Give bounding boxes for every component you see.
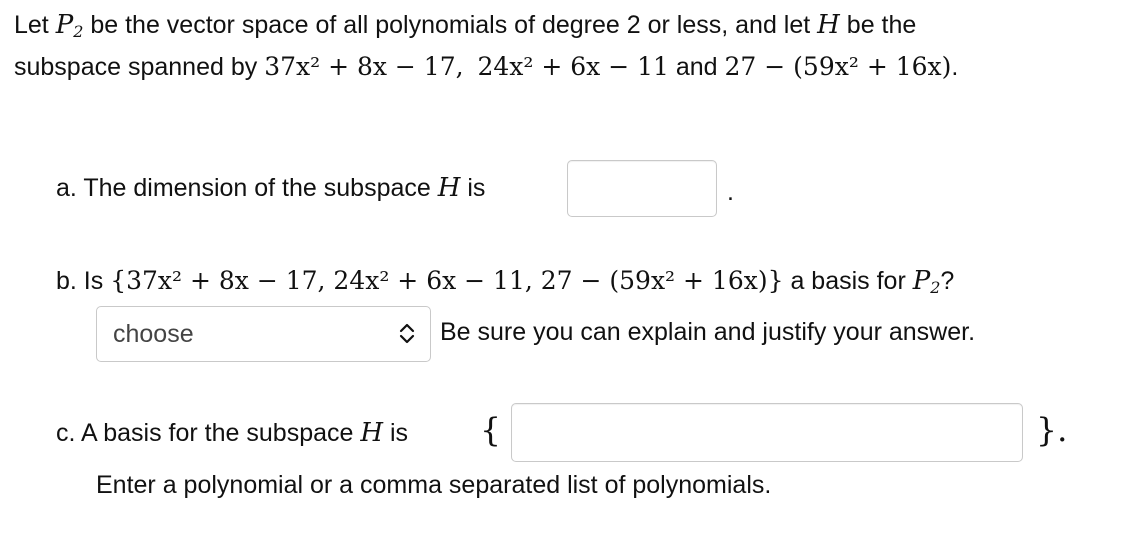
subspace-symbol: H xyxy=(360,418,384,448)
subspace-symbol: H xyxy=(817,10,840,40)
part-c-label: is xyxy=(383,419,409,447)
space-symbol: P2 xyxy=(55,10,84,41)
chevron-up-down-icon xyxy=(398,320,416,346)
part-b-hint: Be sure you can explain and justify your… xyxy=(440,318,976,346)
basis-select[interactable]: choose xyxy=(96,306,431,362)
part-b-question: b. Is {37x² + 8x − 17, 24x² + 6x − 11, 2… xyxy=(56,266,954,296)
subspace-symbol: H xyxy=(437,173,461,203)
part-a-label: is xyxy=(460,174,486,202)
part-b-label: a basis for xyxy=(783,267,913,295)
intro-text: and xyxy=(668,53,725,81)
polynomial-2: 24x² + 6x − 11 xyxy=(477,52,669,81)
close-brace: }. xyxy=(1036,410,1068,449)
vector-set: {37x² + 8x − 17, 24x² + 6x − 11, 27 − (5… xyxy=(110,266,784,295)
part-a-question: a. The dimension of the subspace H is xyxy=(56,173,485,203)
part-c-question: c. A basis for the subspace H is xyxy=(56,418,408,448)
intro-text: subspace spanned by xyxy=(14,53,265,81)
part-b-label: ? xyxy=(940,267,955,295)
select-value: choose xyxy=(113,320,194,348)
polynomial-3: 27 − (59x² + 16x) xyxy=(724,52,952,81)
part-c-label: c. A basis for the subspace xyxy=(56,419,361,447)
intro-line-1: Let P2 be the vector space of all polyno… xyxy=(14,10,916,40)
dimension-input[interactable] xyxy=(567,160,717,217)
part-a-label: a. The dimension of the subspace xyxy=(56,174,438,202)
intro-text: be the vector space of all polynomials o… xyxy=(83,11,818,39)
space-symbol: P2 xyxy=(912,266,941,297)
intro-text: be the xyxy=(839,11,917,39)
part-a-period: . xyxy=(727,178,734,206)
basis-input[interactable] xyxy=(511,403,1023,462)
part-c-instruction: Enter a polynomial or a comma separated … xyxy=(96,471,772,499)
part-b-label: b. Is xyxy=(56,267,111,295)
intro-line-2: subspace spanned by 37x² + 8x − 17, 24x²… xyxy=(14,52,958,82)
intro-text: . xyxy=(951,53,959,81)
intro-text: Let xyxy=(14,11,56,39)
polynomial-1: 37x² + 8x − 17, xyxy=(264,52,464,81)
open-brace: { xyxy=(480,410,501,449)
